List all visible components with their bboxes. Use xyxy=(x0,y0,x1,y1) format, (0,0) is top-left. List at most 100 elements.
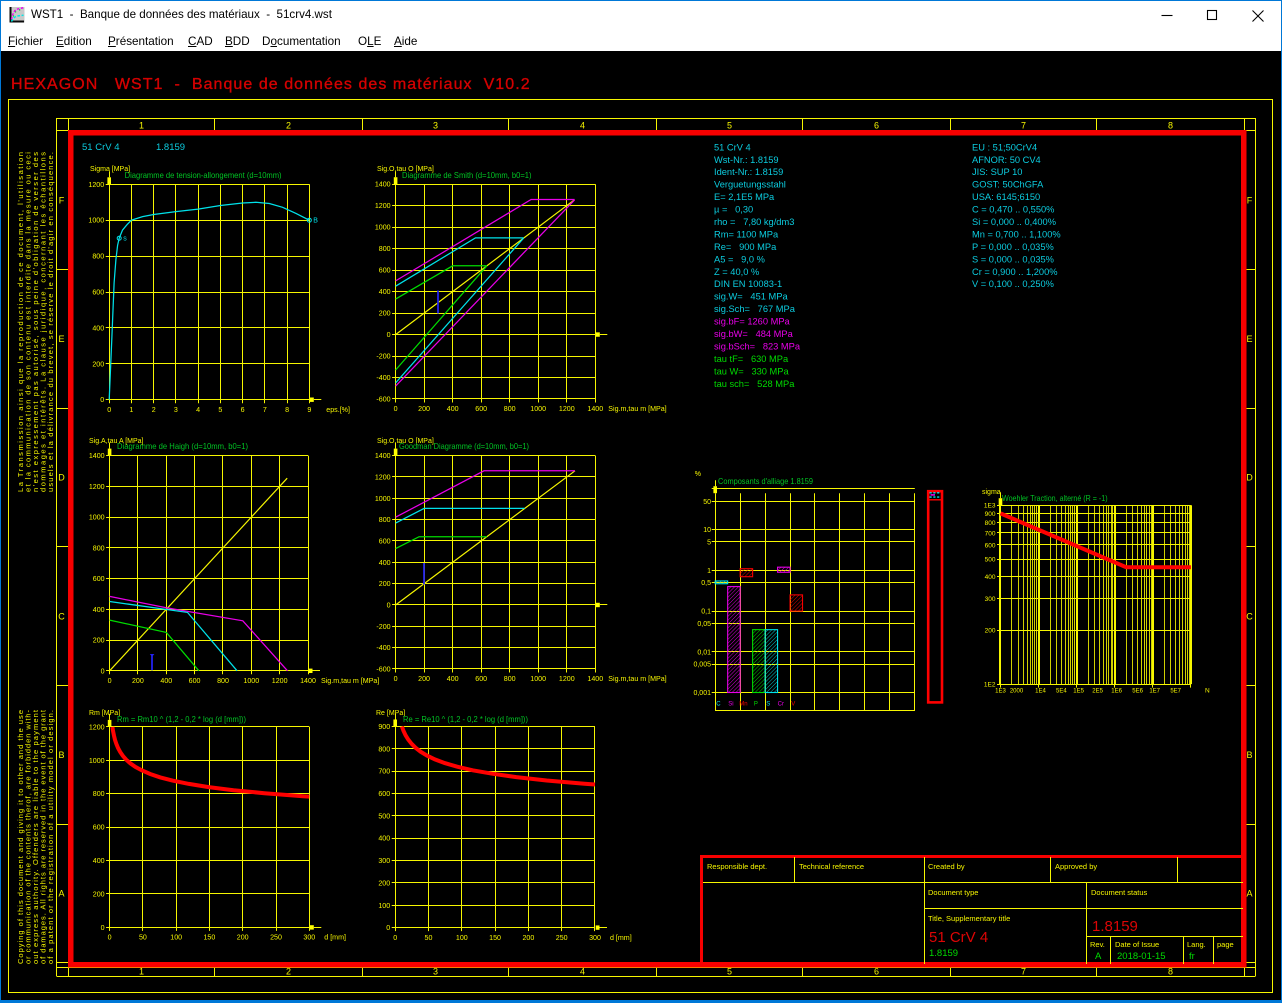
svg-text:Responsible dept.: Responsible dept. xyxy=(707,862,767,871)
svg-text:150: 150 xyxy=(203,934,215,942)
svg-text:6: 6 xyxy=(241,406,245,414)
svg-text:Approved by: Approved by xyxy=(1055,862,1097,871)
svg-text:5: 5 xyxy=(218,406,222,414)
svg-text:50: 50 xyxy=(139,934,147,942)
svg-text:600: 600 xyxy=(379,538,391,546)
svg-text:sig.bF= 1260 MPa: sig.bF= 1260 MPa xyxy=(714,317,791,327)
svg-text:600: 600 xyxy=(93,824,105,832)
svg-text:C: C xyxy=(58,611,65,621)
svg-text:EU : 51;50CrV4: EU : 51;50CrV4 xyxy=(972,142,1037,152)
svg-text:5: 5 xyxy=(727,967,732,977)
svg-text:1: 1 xyxy=(707,568,711,575)
svg-text:D: D xyxy=(58,473,65,483)
svg-text:8: 8 xyxy=(1168,121,1173,131)
svg-text:800: 800 xyxy=(379,245,391,253)
svg-text:E: E xyxy=(1246,334,1252,344)
svg-text:1400: 1400 xyxy=(375,452,391,460)
svg-text:6: 6 xyxy=(874,967,879,977)
svg-text:A5 = 9,0 %: A5 = 9,0 % xyxy=(714,254,765,264)
svg-text:7: 7 xyxy=(1021,967,1026,977)
svg-text:Diagramme de Smith (d=10mm, b0: Diagramme de Smith (d=10mm, b0=1) xyxy=(402,170,532,180)
svg-text:200: 200 xyxy=(378,879,390,887)
svg-text:µ = 0,30: µ = 0,30 xyxy=(714,205,753,215)
svg-text:1E2: 1E2 xyxy=(984,682,996,689)
svg-text:4: 4 xyxy=(196,406,200,414)
svg-text:sig.bSch= 823 MPa: sig.bSch= 823 MPa xyxy=(714,342,801,352)
svg-text:300: 300 xyxy=(589,934,601,942)
svg-text:1400: 1400 xyxy=(375,181,391,189)
svg-text:400: 400 xyxy=(447,675,459,683)
svg-text:Re [MPa]: Re [MPa] xyxy=(376,710,405,717)
svg-text:1000: 1000 xyxy=(89,757,105,765)
svg-text:200: 200 xyxy=(237,934,249,942)
svg-text:6: 6 xyxy=(874,121,879,131)
svg-text:600: 600 xyxy=(475,675,487,683)
svg-text:A: A xyxy=(58,889,64,899)
svg-text:800: 800 xyxy=(93,544,105,552)
svg-text:1200: 1200 xyxy=(559,405,575,413)
svg-text:0: 0 xyxy=(393,934,397,942)
svg-text:1000: 1000 xyxy=(530,675,546,683)
svg-text:500: 500 xyxy=(985,557,996,564)
svg-text:600: 600 xyxy=(92,289,104,297)
svg-text:sig.bW= 484 MPa: sig.bW= 484 MPa xyxy=(714,329,794,339)
svg-text:51 CrV 4: 51 CrV 4 xyxy=(714,142,751,152)
svg-text:F: F xyxy=(1247,195,1253,205)
svg-text:1200: 1200 xyxy=(89,723,105,731)
svg-text:5E6: 5E6 xyxy=(1132,689,1143,695)
svg-text:Rm = Rm10 ^ (1,2 - 0,2 * log (: Rm = Rm10 ^ (1,2 - 0,2 * log (d [mm])) xyxy=(117,714,246,724)
svg-text:0: 0 xyxy=(387,602,391,610)
svg-text:1000: 1000 xyxy=(89,514,105,522)
svg-text:S = 0,000 .. 0,035%: S = 0,000 .. 0,035% xyxy=(972,254,1054,264)
svg-text:2000: 2000 xyxy=(1010,689,1024,695)
svg-text:page: page xyxy=(1217,940,1234,949)
svg-text:Verguetungsstahl: Verguetungsstahl xyxy=(714,180,786,190)
svg-text:5E7: 5E7 xyxy=(1170,689,1181,695)
svg-text:1200: 1200 xyxy=(559,675,575,683)
svg-text:0: 0 xyxy=(394,405,398,413)
svg-text:sig.W= 451 MPa: sig.W= 451 MPa xyxy=(714,292,788,302)
svg-text:0: 0 xyxy=(101,667,105,675)
svg-text:900: 900 xyxy=(985,511,996,518)
svg-text:Date of Issue: Date of Issue xyxy=(1115,940,1159,949)
svg-text:A: A xyxy=(1246,889,1252,899)
svg-text:1200: 1200 xyxy=(88,181,104,189)
svg-text:600: 600 xyxy=(189,677,201,685)
svg-text:100: 100 xyxy=(378,902,390,910)
svg-text:0,01: 0,01 xyxy=(697,649,711,656)
svg-text:of a patent or the registratio: of a patent or the registration of a uti… xyxy=(46,710,55,964)
svg-text:400: 400 xyxy=(985,574,996,581)
svg-text:1E3: 1E3 xyxy=(995,689,1006,695)
svg-text:1E3: 1E3 xyxy=(984,503,996,510)
svg-text:1000: 1000 xyxy=(88,217,104,225)
svg-text:1.8159: 1.8159 xyxy=(156,142,185,153)
svg-text:2: 2 xyxy=(286,967,291,977)
svg-text:400: 400 xyxy=(378,835,390,843)
svg-text:4: 4 xyxy=(580,967,585,977)
svg-text:Sig.m,tau m [MPa]: Sig.m,tau m [MPa] xyxy=(608,675,666,683)
svg-text:1000: 1000 xyxy=(243,677,259,685)
svg-text:200: 200 xyxy=(92,360,104,368)
svg-text:10: 10 xyxy=(703,527,711,534)
svg-text:Woehler Traction, alterné (R =: Woehler Traction, alterné (R = -1) xyxy=(1002,493,1108,503)
svg-text:200: 200 xyxy=(985,628,996,635)
svg-text:8: 8 xyxy=(285,406,289,414)
svg-text:V: V xyxy=(791,702,795,708)
svg-text:Composants d'alliage 1.8159: Composants d'alliage 1.8159 xyxy=(718,476,813,486)
svg-text:500: 500 xyxy=(378,812,390,820)
svg-text:-600: -600 xyxy=(376,396,390,404)
svg-text:5: 5 xyxy=(707,540,711,547)
svg-text:2E5: 2E5 xyxy=(1092,689,1103,695)
svg-text:B: B xyxy=(1246,750,1252,760)
svg-text:-200: -200 xyxy=(376,623,390,631)
svg-text:1400: 1400 xyxy=(587,405,603,413)
svg-text:51 CrV 4: 51 CrV 4 xyxy=(929,929,988,946)
svg-text:V = 0,100 .. 0,250%: V = 0,100 .. 0,250% xyxy=(972,279,1054,289)
svg-text:400: 400 xyxy=(92,324,104,332)
svg-text:300: 300 xyxy=(378,857,390,865)
svg-text:50: 50 xyxy=(425,934,433,942)
svg-text:Z = 40,0 %: Z = 40,0 % xyxy=(714,267,759,277)
svg-text:250: 250 xyxy=(556,934,568,942)
svg-text:600: 600 xyxy=(93,575,105,583)
svg-text:GOST: 50ChGFA: GOST: 50ChGFA xyxy=(972,180,1044,190)
